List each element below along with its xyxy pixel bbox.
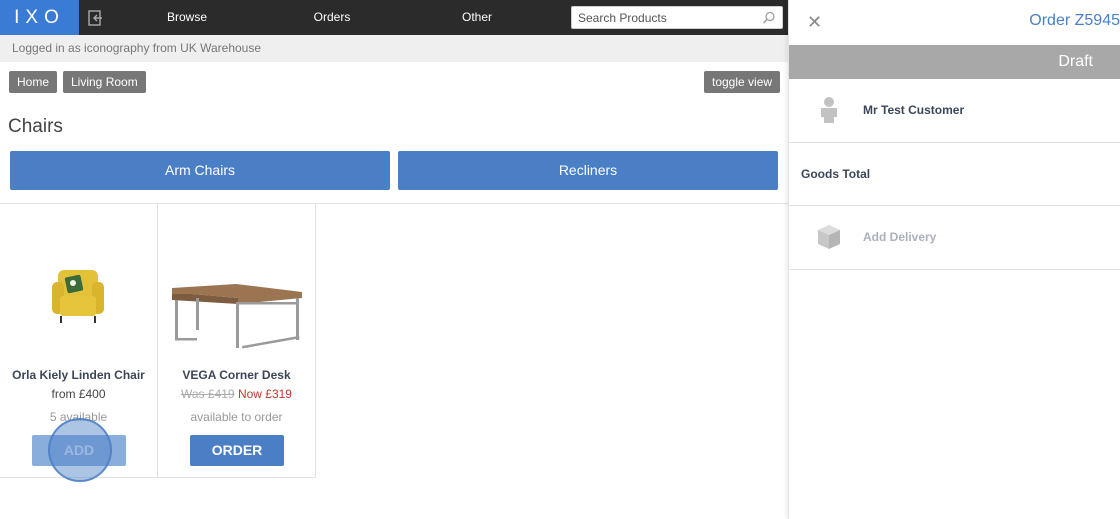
search-input[interactable] xyxy=(572,7,757,28)
product-name[interactable]: VEGA Corner Desk xyxy=(158,368,315,382)
nav-orders[interactable]: Orders xyxy=(297,0,367,35)
order-status: Draft xyxy=(789,45,1120,79)
delivery-row[interactable]: Add Delivery xyxy=(789,206,1120,270)
breadcrumb-home[interactable]: Home xyxy=(9,71,58,93)
product-price: Was £419 Now £319 xyxy=(158,387,315,401)
box-icon xyxy=(818,225,840,249)
goods-total-row: Goods Total xyxy=(789,143,1120,206)
product-card[interactable]: VEGA Corner Desk Was £419 Now £319 avail… xyxy=(158,204,316,478)
product-name[interactable]: Orla Kiely Linden Chair xyxy=(0,368,157,382)
top-nav: IXO Browse Orders Other xyxy=(0,0,788,35)
app-root: IXO Browse Orders Other Logged in as ico… xyxy=(0,0,1120,519)
person-icon xyxy=(821,97,837,123)
search-box xyxy=(571,6,783,29)
toggle-view-button[interactable]: toggle view xyxy=(704,71,781,93)
logged-in-status: Logged in as iconography from UK Warehou… xyxy=(0,35,788,62)
add-delivery-label: Add Delivery xyxy=(863,230,937,244)
was-price: Was £419 xyxy=(181,387,235,401)
corner-desk-image xyxy=(172,284,302,349)
order-title: Order Z5945 xyxy=(1029,12,1120,29)
logo[interactable]: IXO xyxy=(0,0,79,35)
search-icon[interactable] xyxy=(762,11,776,25)
yellow-armchair-image xyxy=(52,270,104,323)
nav-browse[interactable]: Browse xyxy=(152,0,222,35)
close-icon[interactable]: ✕ xyxy=(807,12,822,33)
customer-name: Mr Test Customer xyxy=(863,103,965,117)
product-price: from £400 xyxy=(51,387,106,401)
page-title: Chairs xyxy=(8,116,63,137)
customer-row[interactable]: Mr Test Customer xyxy=(789,79,1120,143)
order-panel: ✕ Order Z5945 Draft Mr Test Customer Goo… xyxy=(788,0,1120,519)
breadcrumb-living-room[interactable]: Living Room xyxy=(63,71,146,93)
product-availability: available to order xyxy=(190,410,283,424)
order-button[interactable]: ORDER xyxy=(190,435,284,466)
logout-icon[interactable] xyxy=(87,9,105,27)
now-price: Now £319 xyxy=(237,387,292,401)
category-recliners-button[interactable]: Recliners xyxy=(398,151,778,190)
nav-other[interactable]: Other xyxy=(442,0,512,35)
category-arm-chairs-button[interactable]: Arm Chairs xyxy=(10,151,390,190)
goods-total-label: Goods Total xyxy=(801,167,871,181)
click-indicator xyxy=(48,418,112,482)
